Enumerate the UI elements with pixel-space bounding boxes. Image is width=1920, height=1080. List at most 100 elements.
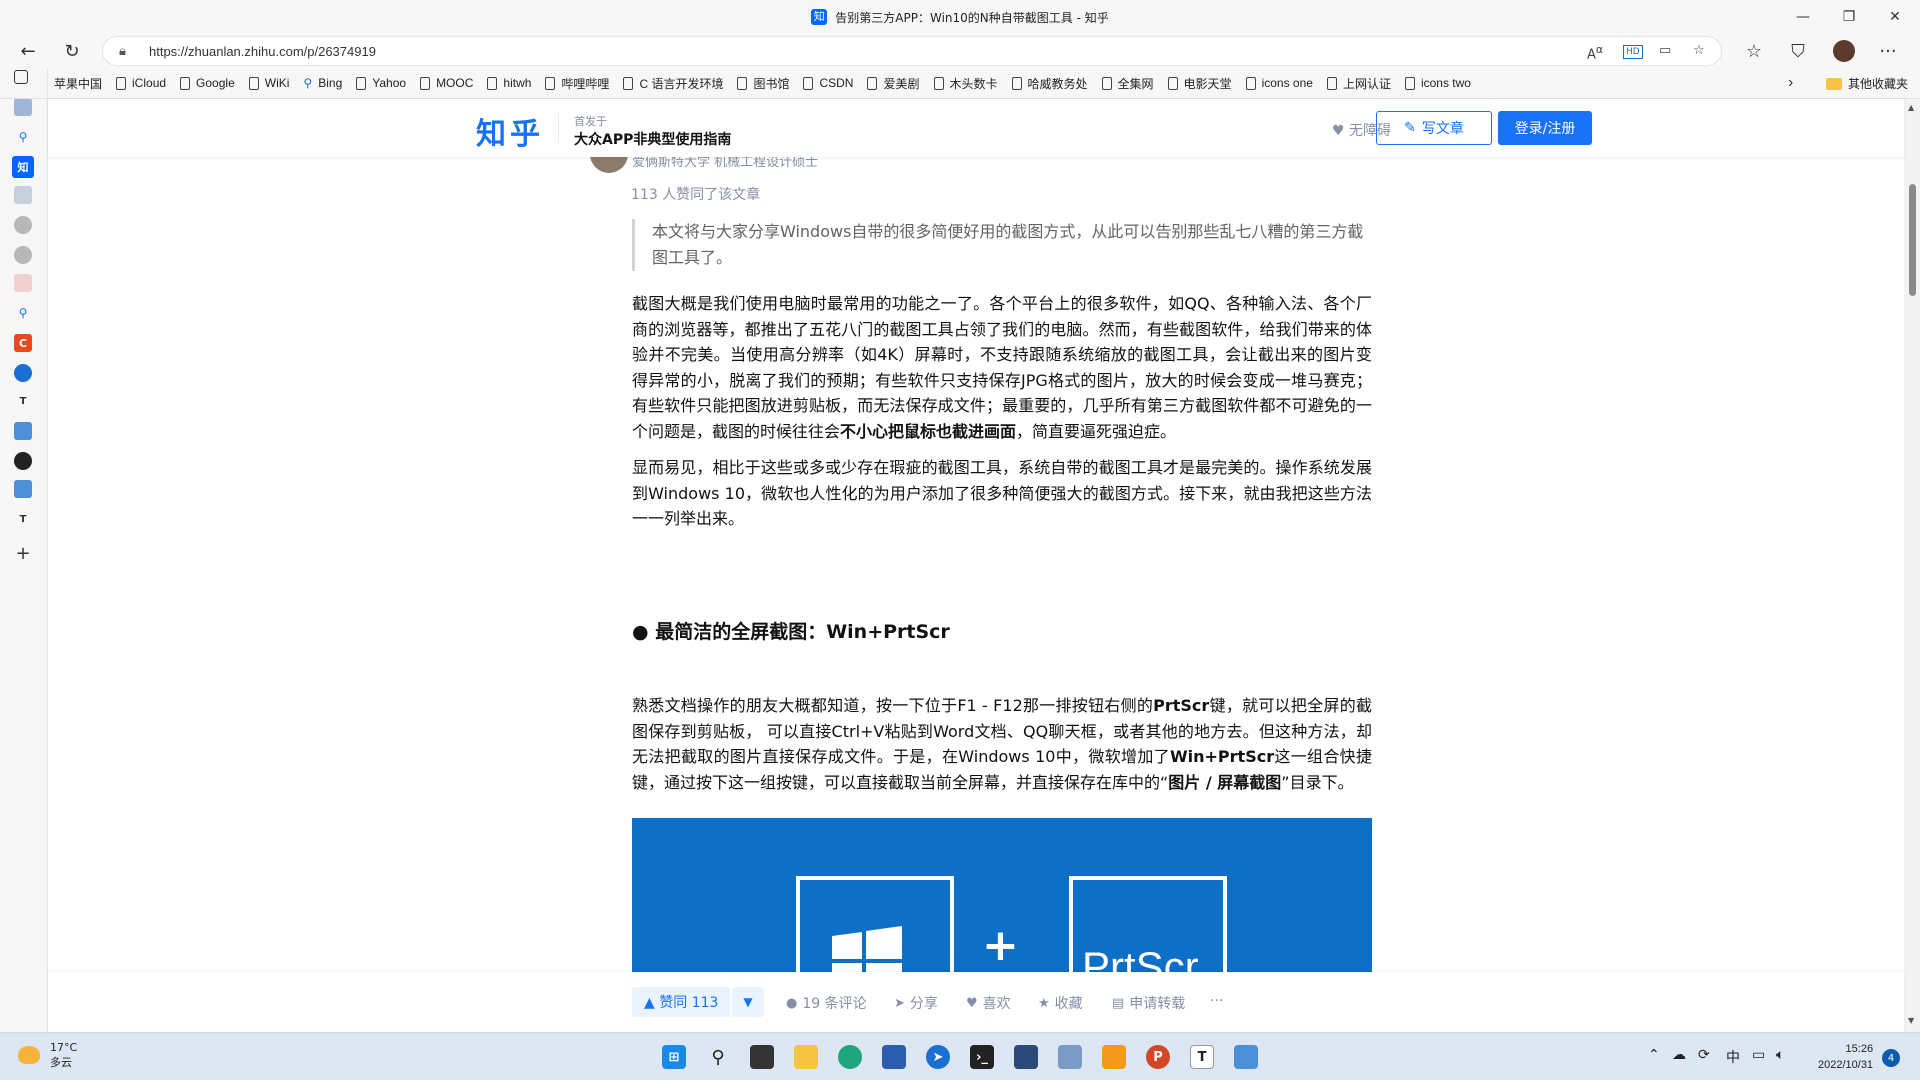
scroll-up-icon[interactable]: ▲ bbox=[1908, 103, 1914, 112]
restore-button[interactable]: ❐ bbox=[1826, 0, 1872, 34]
document-icon[interactable] bbox=[14, 274, 32, 292]
address-bar[interactable]: 🔒︎ https://zhuanlan.zhihu.com/p/26374919… bbox=[102, 36, 1722, 66]
add-favorite-icon[interactable]: ☆ bbox=[1693, 43, 1705, 58]
app-icon[interactable] bbox=[14, 480, 32, 498]
csdn-icon[interactable]: C bbox=[14, 334, 32, 352]
translate-icon[interactable] bbox=[14, 98, 32, 116]
page-icon bbox=[248, 76, 259, 90]
like-button[interactable]: ♥ 喜欢 bbox=[966, 993, 1011, 1013]
more-button[interactable]: ··· bbox=[1210, 993, 1223, 1009]
bookmark-item[interactable]: WiKi bbox=[248, 76, 289, 90]
edge-icon[interactable] bbox=[838, 1045, 862, 1069]
cloud-icon[interactable] bbox=[14, 364, 32, 382]
task-view-icon[interactable] bbox=[750, 1045, 774, 1069]
notes-icon[interactable] bbox=[14, 186, 32, 204]
favorites-button[interactable]: ☆ bbox=[1740, 38, 1768, 64]
search-icon[interactable]: ⚲ bbox=[14, 128, 32, 146]
column-name-link[interactable]: 大众APP非典型使用指南 bbox=[574, 129, 731, 149]
github-icon[interactable] bbox=[14, 246, 32, 264]
zhihu-logo[interactable]: 知乎 bbox=[476, 109, 544, 153]
app-icon[interactable] bbox=[1234, 1045, 1258, 1069]
bookmark-item[interactable]: 木头数卡 bbox=[933, 75, 998, 92]
app-icon[interactable]: ➤ bbox=[926, 1045, 950, 1069]
split-screen-icon[interactable]: ▭ bbox=[1659, 43, 1671, 58]
bookmark-item[interactable]: 哈威教务处 bbox=[1011, 75, 1088, 92]
bookmark-item[interactable]: CSDN bbox=[803, 76, 853, 90]
downvote-button[interactable]: ▼ bbox=[732, 987, 764, 1017]
bookmark-item[interactable]: hitwh bbox=[487, 76, 531, 90]
github-icon[interactable] bbox=[14, 452, 32, 470]
input-method-indicator[interactable]: 中 bbox=[1726, 1047, 1740, 1067]
settings-menu-button[interactable]: ··· bbox=[1874, 38, 1902, 64]
typora-icon[interactable]: T bbox=[14, 392, 32, 410]
bookmark-item[interactable]: MOOC bbox=[420, 76, 473, 90]
bookmark-item[interactable]: 哔哩哔哩 bbox=[545, 75, 609, 92]
profile-button[interactable] bbox=[1830, 38, 1858, 64]
avatar[interactable] bbox=[590, 157, 628, 173]
app-icon[interactable] bbox=[1014, 1045, 1038, 1069]
bookmark-item[interactable]: 全集网 bbox=[1101, 75, 1154, 92]
tab-actions-icon[interactable] bbox=[14, 70, 28, 84]
scroll-down-icon[interactable]: ▼ bbox=[1908, 1016, 1914, 1025]
start-icon[interactable]: ⊞ bbox=[662, 1045, 686, 1069]
bookmark-item[interactable]: iCloud bbox=[116, 76, 166, 90]
write-article-button[interactable]: ✎ 写文章 bbox=[1376, 111, 1492, 145]
volume-icon[interactable]: 🔈︎ bbox=[1776, 1047, 1784, 1063]
bookmark-item[interactable]: 苹果中国 bbox=[48, 75, 102, 92]
powerpoint-icon[interactable]: P bbox=[1146, 1045, 1170, 1069]
read-aloud-icon[interactable]: Aα bbox=[1587, 43, 1603, 62]
typora-icon[interactable]: T bbox=[1190, 1045, 1214, 1069]
weather-widget[interactable]: 17°C 多云 bbox=[18, 1040, 77, 1070]
share-button[interactable]: ➤ 分享 bbox=[894, 993, 938, 1013]
sync-icon[interactable]: ⟳ bbox=[1698, 1047, 1710, 1063]
terminal-icon[interactable]: ›_ bbox=[970, 1045, 994, 1069]
onedrive-icon[interactable]: ☁ bbox=[1672, 1047, 1686, 1063]
snipping-tool-icon[interactable] bbox=[1102, 1045, 1126, 1069]
chevron-right-icon[interactable]: › bbox=[1788, 74, 1793, 92]
page-icon bbox=[1011, 76, 1022, 90]
github-icon[interactable] bbox=[14, 216, 32, 234]
back-button[interactable]: ← bbox=[14, 38, 42, 64]
zhihu-header: 知乎 首发于 大众APP非典型使用指南 ♥ 无障碍 ✎ 写文章 登录/注册 bbox=[48, 99, 1904, 157]
login-register-button[interactable]: 登录/注册 bbox=[1498, 111, 1592, 145]
minimize-button[interactable]: — bbox=[1780, 0, 1826, 34]
performance-monitor-icon[interactable] bbox=[1058, 1045, 1082, 1069]
search-icon[interactable]: ⚲ bbox=[706, 1045, 730, 1069]
display-icon[interactable]: ▭ bbox=[1752, 1047, 1765, 1063]
section-heading: ● 最简洁的全屏截图：Win+PrtScr bbox=[632, 621, 950, 643]
search-icon[interactable]: ⚲ bbox=[14, 304, 32, 322]
upvote-button[interactable]: ▲ 赞同 113 bbox=[632, 987, 731, 1017]
bookmark-item[interactable]: Google bbox=[180, 76, 235, 90]
bookmark-item[interactable]: ⚲ Bing bbox=[303, 76, 342, 90]
url-text[interactable]: https://zhuanlan.zhihu.com/p/26374919 bbox=[149, 44, 376, 59]
bookmark-item[interactable]: icons two bbox=[1404, 76, 1471, 90]
bookmark-item[interactable]: 爱美剧 bbox=[867, 75, 920, 92]
file-explorer-icon[interactable] bbox=[794, 1045, 818, 1069]
bookmark-item[interactable]: Yahoo bbox=[356, 76, 406, 90]
bookmark-item[interactable]: 上网认证 bbox=[1326, 75, 1391, 92]
store-icon[interactable] bbox=[882, 1045, 906, 1069]
chevron-up-icon[interactable]: ⌃ bbox=[1648, 1047, 1660, 1063]
notification-badge[interactable]: 4 bbox=[1882, 1049, 1900, 1067]
heart-icon: ♥ bbox=[1332, 123, 1345, 139]
typora-icon[interactable]: T bbox=[14, 510, 32, 528]
bookmark-item[interactable]: 图书馆 bbox=[737, 75, 789, 92]
scrollbar-thumb[interactable] bbox=[1909, 184, 1916, 296]
repost-request-button[interactable]: ▤ 申请转载 bbox=[1112, 993, 1185, 1013]
refresh-button[interactable]: ↻ bbox=[58, 38, 86, 64]
likes-count[interactable]: 113 人赞同了该文章 bbox=[631, 184, 760, 204]
close-button[interactable]: ✕ bbox=[1872, 0, 1918, 34]
other-favorites-folder[interactable]: 其他收藏夹 bbox=[1826, 75, 1908, 92]
favorite-button[interactable]: ★ 收藏 bbox=[1038, 993, 1083, 1013]
bookmark-item[interactable]: 电影天堂 bbox=[1167, 75, 1232, 92]
browser-essentials-button[interactable]: ⛉ bbox=[1784, 38, 1812, 64]
vertical-scrollbar[interactable]: ▲ ▼ bbox=[1904, 99, 1920, 1032]
bookmark-item[interactable]: icons one bbox=[1245, 76, 1313, 90]
comments-button[interactable]: ● 19 条评论 bbox=[786, 993, 867, 1013]
zhihu-tab-icon[interactable]: 知 bbox=[12, 156, 34, 178]
add-icon[interactable]: + bbox=[14, 543, 32, 564]
system-clock[interactable]: 15:26 2022/10/31 bbox=[1818, 1041, 1873, 1073]
bookmark-item[interactable]: C 语言开发环境 bbox=[623, 75, 723, 92]
hd-icon[interactable]: HD bbox=[1623, 45, 1643, 59]
app-icon[interactable] bbox=[14, 422, 32, 440]
